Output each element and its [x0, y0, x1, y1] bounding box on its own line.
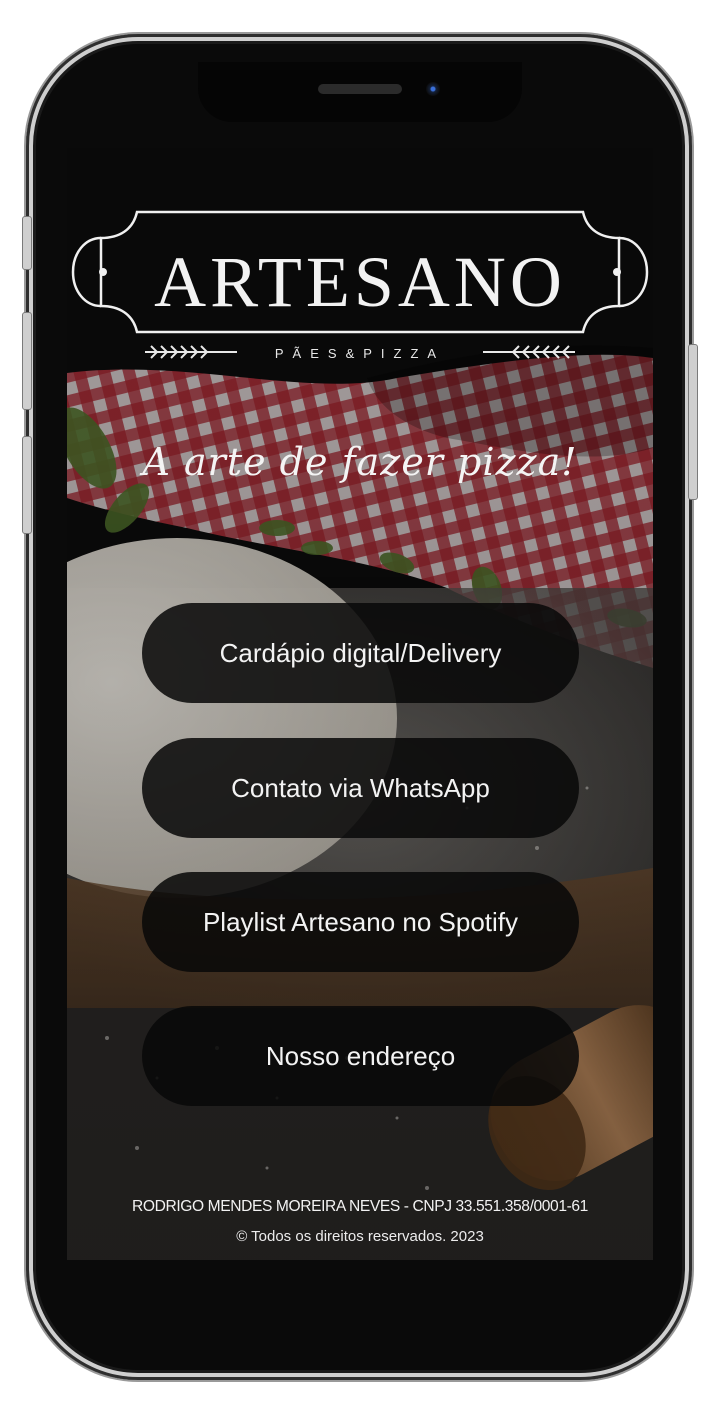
tagline: A arte de fazer pizza!	[142, 440, 578, 484]
phone-notch	[198, 62, 522, 122]
camera-icon	[426, 82, 440, 96]
footer-company: RODRIGO MENDES MOREIRA NEVES - CNPJ 33.5…	[132, 1198, 588, 1215]
menu-button-address[interactable]: Nosso endereço	[142, 1006, 579, 1106]
mute-switch	[22, 216, 32, 270]
volume-up-button	[22, 312, 32, 410]
brand-name: ARTESANO	[154, 242, 566, 322]
screen: ARTESANO PÃES&PIZZA A arte de fazer pizz…	[67, 148, 653, 1260]
menu-button-spotify[interactable]: Playlist Artesano no Spotify	[142, 872, 579, 972]
logo: ARTESANO PÃES&PIZZA	[67, 208, 653, 388]
power-button	[688, 344, 698, 500]
speaker-grille	[318, 84, 402, 94]
menu-button-whatsapp[interactable]: Contato via WhatsApp	[142, 738, 579, 838]
footer-copyright: © Todos os direitos reservados. 2023	[236, 1228, 484, 1245]
volume-down-button	[22, 436, 32, 534]
brand-subtitle: PÃES&PIZZA	[274, 346, 446, 361]
menu-button-delivery[interactable]: Cardápio digital/Delivery	[142, 603, 579, 703]
